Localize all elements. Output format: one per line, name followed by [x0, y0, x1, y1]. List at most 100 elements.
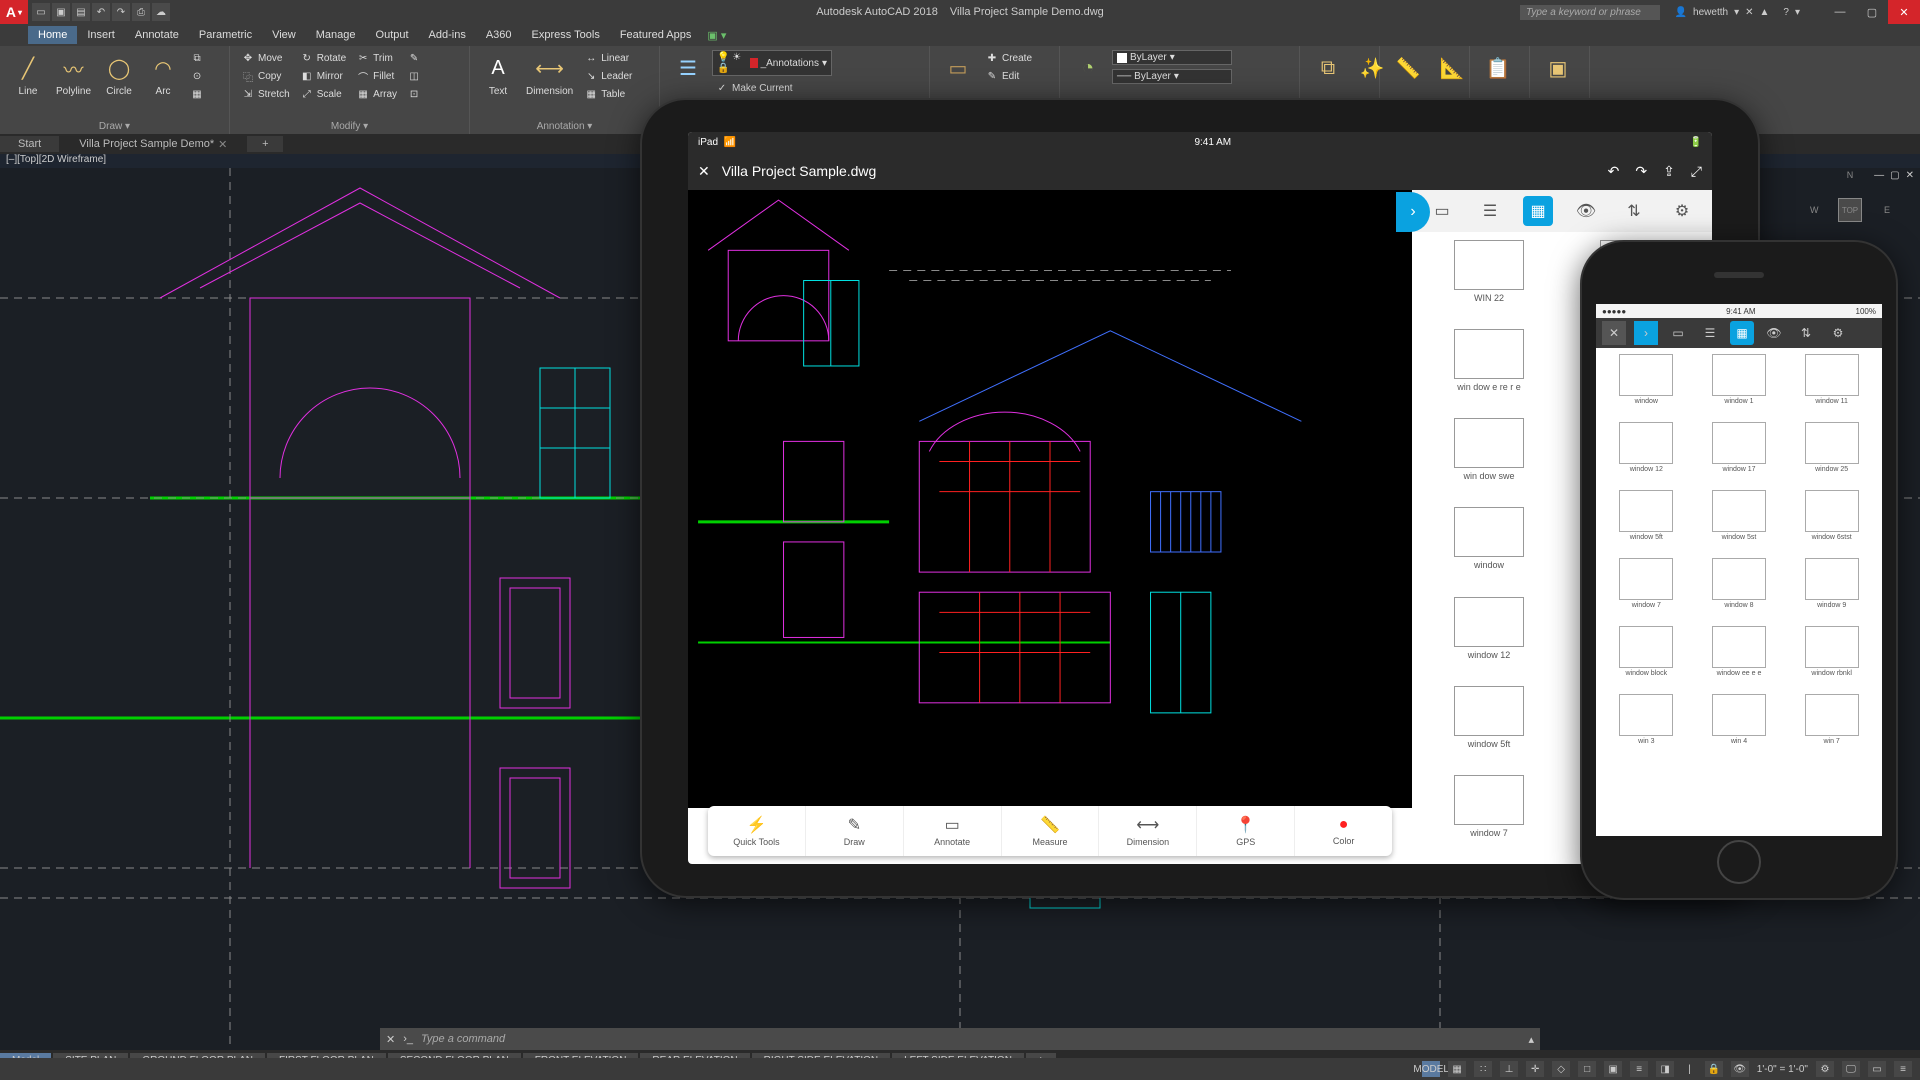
draw-extra-2[interactable]: ⊙	[187, 68, 207, 84]
close-button[interactable]: ✕	[1888, 0, 1920, 24]
status-model[interactable]: MODEL	[1422, 1061, 1440, 1077]
panel-draw-title[interactable]: Draw ▾	[8, 119, 221, 132]
qat-save-icon[interactable]: ▤	[72, 3, 90, 21]
view-cube[interactable]: TOP N S E W	[1810, 170, 1890, 250]
tab-manage[interactable]: Manage	[306, 26, 366, 44]
ipad-close-icon[interactable]: ✕	[698, 163, 710, 180]
move-button[interactable]: ✥Move	[238, 50, 293, 66]
block-item[interactable]: win 7	[1787, 694, 1876, 758]
block-item[interactable]: window 25	[1787, 422, 1876, 486]
vp-close-icon[interactable]: ✕	[1906, 170, 1914, 181]
phone-home-button[interactable]	[1717, 840, 1761, 884]
grid-icon[interactable]: ▦	[1448, 1061, 1466, 1077]
sb-tab-stack-icon[interactable]: ☰	[1475, 196, 1505, 226]
ph-sort-icon[interactable]: ⇅	[1794, 321, 1818, 345]
sb-tab-gear-icon[interactable]: ⚙	[1667, 196, 1697, 226]
maximize-button[interactable]: ▢	[1856, 0, 1888, 24]
sb-tab-view-icon[interactable]: 👁	[1571, 196, 1601, 226]
clipboard-button[interactable]: 📋	[1478, 50, 1518, 86]
block-item[interactable]: window 17	[1695, 422, 1784, 486]
ann-vis-icon[interactable]: 👁	[1731, 1061, 1749, 1077]
qat-open-icon[interactable]: ▣	[52, 3, 70, 21]
panel-modify-title[interactable]: Modify ▾	[238, 119, 461, 132]
array-button[interactable]: ▦Array	[353, 86, 400, 102]
text-button[interactable]: AText	[478, 50, 518, 99]
qat-redo-icon[interactable]: ↷	[112, 3, 130, 21]
osnap-icon[interactable]: □	[1578, 1061, 1596, 1077]
measure-button[interactable]: 📏	[1388, 50, 1428, 86]
tb-draw[interactable]: ✎Draw	[806, 806, 904, 856]
mod-e1[interactable]: ✎	[404, 50, 424, 66]
tab-home[interactable]: Home	[28, 26, 77, 44]
leader-button[interactable]: ↘Leader	[581, 68, 635, 84]
tb-quick[interactable]: ⚡Quick Tools	[708, 806, 806, 856]
block-item[interactable]: window 5ft	[1602, 490, 1691, 554]
color-bylayer[interactable]: ByLayer ▾	[1112, 50, 1232, 65]
ipad-undo-icon[interactable]: ↶	[1608, 163, 1620, 180]
tab-express[interactable]: Express Tools	[522, 26, 610, 44]
app-logo[interactable]: A	[0, 0, 28, 24]
sb-tab-layers-icon[interactable]: ▭	[1427, 196, 1457, 226]
polyline-button[interactable]: 〰Polyline	[52, 50, 95, 99]
block-item[interactable]: window	[1420, 507, 1558, 588]
block-item[interactable]: window 7	[1602, 558, 1691, 622]
block-item[interactable]: win dow swe	[1420, 418, 1558, 499]
linear-button[interactable]: ↔Linear	[581, 50, 635, 66]
match-props-button[interactable]: ◔	[1068, 50, 1108, 86]
block-item[interactable]: window ee e e	[1695, 626, 1784, 690]
snap-icon[interactable]: ∷	[1474, 1061, 1492, 1077]
insert-block-button[interactable]: ▭	[938, 50, 978, 86]
block-item[interactable]: win 4	[1695, 694, 1784, 758]
block-item[interactable]: window 1	[1695, 354, 1784, 418]
ortho-icon[interactable]: ⊥	[1500, 1061, 1518, 1077]
user-area[interactable]: 👤 hewetth ▾✕▲?▾	[1675, 7, 1800, 18]
block-item[interactable]: win 3	[1602, 694, 1691, 758]
command-line[interactable]: ✕ ›_ Type a command ▴	[380, 1028, 1540, 1050]
stretch-button[interactable]: ⇲Stretch	[238, 86, 293, 102]
block-item[interactable]: window 9	[1787, 558, 1876, 622]
circle-button[interactable]: ◯Circle	[99, 50, 139, 99]
qat-new-icon[interactable]: ▭	[32, 3, 50, 21]
tb06gps[interactable]: 📍GPS	[1197, 806, 1295, 856]
viewport-label[interactable]: [–][Top][2D Wireframe]	[6, 154, 106, 165]
trim-button[interactable]: ✂Trim	[353, 50, 400, 66]
ph-arrow-icon[interactable]: ›	[1634, 321, 1658, 345]
ipad-drawing[interactable]	[688, 190, 1412, 808]
phone-block-grid[interactable]: windowwindow 1window 11window 12window 1…	[1596, 348, 1882, 836]
tr-icon[interactable]: ◨	[1656, 1061, 1674, 1077]
layer-props-button[interactable]: ☰	[668, 50, 708, 86]
tb-dimension[interactable]: ⟷Dimension	[1099, 806, 1197, 856]
ipad-share-icon[interactable]: ⇪	[1663, 163, 1675, 180]
sb-tab-settings2-icon[interactable]: ⇅	[1619, 196, 1649, 226]
ph-block-icon[interactable]: ▦	[1730, 321, 1754, 345]
status-scale[interactable]: 1'-0" = 1'-0"	[1757, 1064, 1808, 1075]
block-item[interactable]: window 12	[1420, 597, 1558, 678]
block-item[interactable]: window 5st	[1695, 490, 1784, 554]
ph-gear-icon[interactable]: ⚙	[1826, 321, 1850, 345]
polar-icon[interactable]: ✛	[1526, 1061, 1544, 1077]
block-item[interactable]: window 5ft	[1420, 686, 1558, 767]
rotate-button[interactable]: ↻Rotate	[297, 50, 349, 66]
tab-view[interactable]: View	[262, 26, 306, 44]
block-item[interactable]: window 12	[1602, 422, 1691, 486]
linetype-bylayer[interactable]: ── ByLayer ▾	[1112, 69, 1232, 84]
mod-e2[interactable]: ◫	[404, 68, 424, 84]
tab-annotate[interactable]: Annotate	[125, 26, 189, 44]
tab-add[interactable]: +	[247, 136, 283, 152]
tab-a360[interactable]: A360	[476, 26, 522, 44]
table-button[interactable]: ▦Table	[581, 86, 635, 102]
block-item[interactable]: window	[1602, 354, 1691, 418]
qat-print-icon[interactable]: ⎙	[132, 3, 150, 21]
scale-button[interactable]: ⤢Scale	[297, 86, 349, 102]
cmd-close-icon[interactable]: ✕	[386, 1033, 395, 1046]
tab-file[interactable]: Villa Project Sample Demo* ✕	[61, 136, 245, 153]
minimize-button[interactable]: —	[1824, 0, 1856, 24]
edit-block[interactable]: ✎Edit	[982, 68, 1035, 84]
ipad-expand-icon[interactable]: ⤢	[1691, 163, 1702, 180]
panel-annotation-title[interactable]: Annotation ▾	[478, 119, 651, 132]
block-item[interactable]: window 8	[1695, 558, 1784, 622]
block-item[interactable]: window 7	[1420, 775, 1558, 856]
group-button[interactable]: ⧉	[1308, 50, 1348, 86]
fillet-button[interactable]: ⌒Fillet	[353, 68, 400, 84]
mod-e3[interactable]: ⊡	[404, 86, 424, 102]
